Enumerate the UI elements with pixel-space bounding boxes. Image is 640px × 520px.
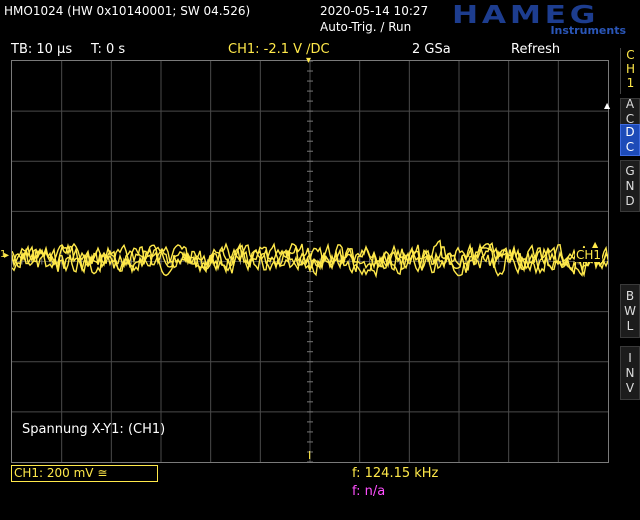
coupling-dc-button[interactable]: DC	[620, 124, 640, 156]
trigger-status: Auto-Trig. / Run	[320, 20, 412, 34]
sample-rate: 2 GSa	[412, 42, 451, 57]
coupling-gnd-button[interactable]: GND	[620, 160, 640, 212]
logo-sub: Instruments	[550, 24, 626, 37]
trigger-time[interactable]: T: 0 s	[91, 42, 125, 57]
ch1-offset-arrow-icon: ▸	[4, 250, 10, 261]
hameg-logo: HAMEG Instruments	[452, 2, 628, 38]
frequency-secondary: f: n/a	[352, 484, 386, 499]
frequency-ch1: f: 124.15 kHz	[352, 466, 439, 481]
device-info: HMO1024 (HW 0x10140001; SW 04.526)	[4, 4, 251, 18]
invert-button[interactable]: INV	[620, 346, 640, 400]
side-channel-label: C H 1	[620, 48, 640, 94]
trigger-position-top-icon: ▾	[306, 55, 312, 66]
datetime: 2020-05-14 10:27	[320, 4, 429, 18]
ch1-scale-box[interactable]: CH1: 200 mV ≅	[11, 465, 158, 482]
scroll-up-icon: ▲	[604, 101, 611, 110]
coupling-ac-button[interactable]: AC	[620, 97, 640, 126]
bandwidth-limit-button[interactable]: BWL	[620, 284, 640, 338]
scope-grid	[11, 60, 609, 463]
waveform-display	[11, 60, 609, 463]
measurement-label: Spannung X-Y1: (CH1)	[22, 422, 166, 437]
trigger-position-bottom-icon: I	[308, 449, 312, 462]
acquisition-mode[interactable]: Refresh	[511, 42, 560, 57]
trigger-level-up-icon: ▲	[592, 240, 599, 249]
ch1-trace-label: CH1	[575, 248, 603, 262]
ch1-trigger-level[interactable]: CH1: -2.1 V ∕DC	[228, 42, 330, 57]
timebase[interactable]: TB: 10 µs	[11, 42, 72, 57]
